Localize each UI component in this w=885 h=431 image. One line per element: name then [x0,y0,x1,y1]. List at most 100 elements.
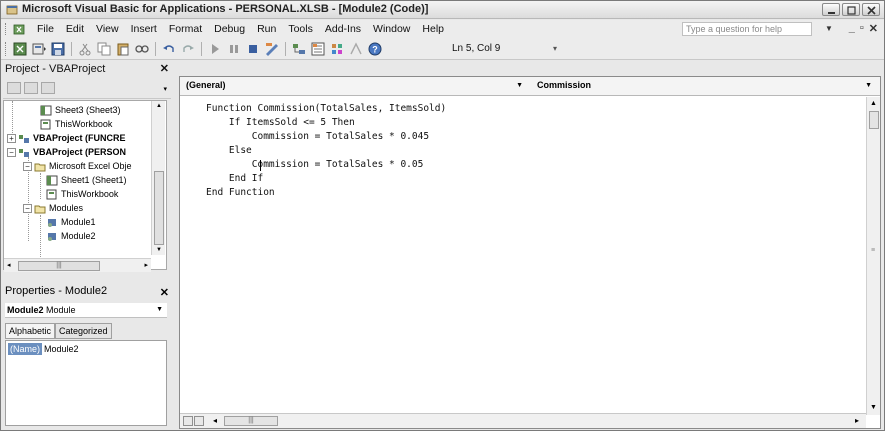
procedure-view-button[interactable] [183,416,193,426]
properties-object-select[interactable]: Module2 Module ▼ [5,303,167,318]
tree-item-excel-objects[interactable]: Microsoft Excel Obje [34,159,132,173]
reset-icon[interactable] [245,41,261,57]
paste-icon[interactable] [115,41,131,57]
folder-icon [34,205,46,213]
redo-icon[interactable] [180,41,196,57]
mdi-minimize-icon[interactable]: _ [849,22,855,35]
property-value[interactable]: Module2 [42,343,81,355]
undo-icon[interactable] [161,41,177,57]
menu-debug[interactable]: Debug [208,23,251,35]
help-icon[interactable]: ? [367,41,383,57]
menu-format[interactable]: Format [163,23,208,35]
toolbox-icon[interactable] [348,41,364,57]
scroll-up-icon[interactable]: ▲ [870,100,877,107]
minimize-button[interactable] [822,3,840,16]
run-icon[interactable] [207,41,223,57]
chevron-down-icon[interactable]: ▾ [163,85,167,93]
chevron-down-icon[interactable]: ▼ [865,82,872,89]
menu-window[interactable]: Window [367,23,416,35]
mdi-close-icon[interactable]: ✕ [869,22,878,35]
object-browser-icon[interactable] [329,41,345,57]
toolbar-grip[interactable] [5,42,8,56]
toolbar-options-icon[interactable]: ▾ [553,44,557,53]
properties-window-icon[interactable] [310,41,326,57]
collapse-icon[interactable]: − [7,148,16,157]
menu-addins[interactable]: Add-Ins [319,23,367,35]
code-line: End If [206,173,264,184]
procedure-combo[interactable]: Commission ▼ [534,79,876,93]
chevron-down-icon[interactable]: ▼ [156,306,163,313]
project-tree-vscroll[interactable]: ▲ ▼ [151,101,165,255]
close-icon[interactable]: ✕ [160,62,169,75]
tree-item-vbaproject-personal[interactable]: VBAProject (PERSON [18,145,126,159]
scroll-thumb[interactable] [154,171,164,245]
property-name: (Name) [8,343,43,355]
tree-item-sheet3[interactable]: Sheet3 (Sheet3) [40,103,121,117]
menu-file[interactable]: File [31,23,60,35]
design-mode-icon[interactable] [264,41,280,57]
chevron-down-icon[interactable]: ▼ [825,24,833,33]
object-combo[interactable]: (General) ▼ [183,79,527,93]
copy-icon[interactable] [96,41,112,57]
properties-pane-title: Properties - Module2 [5,285,108,297]
scroll-up-icon[interactable]: ▲ [156,103,162,109]
scroll-right-icon[interactable]: ▸ [144,261,148,269]
full-module-view-button[interactable] [194,416,204,426]
help-search-input[interactable]: Type a question for help [682,22,812,36]
code-window: (General) ▼ Commission ▼ Function Commis… [179,76,881,429]
insert-module-icon[interactable] [31,41,47,57]
tree-item-sheet1[interactable]: Sheet1 (Sheet1) [46,173,127,187]
code-combo-bar: (General) ▼ Commission ▼ [180,77,880,96]
title-bar: Microsoft Visual Basic for Applications … [1,1,884,19]
scroll-down-icon[interactable]: ▼ [870,404,877,411]
code-editor[interactable]: Function Commission(TotalSales, ItemsSol… [180,97,866,413]
excel-view-icon[interactable] [13,22,27,36]
scroll-right-icon[interactable]: ▸ [855,416,859,425]
scroll-thumb[interactable]: ||| [224,416,278,426]
menu-grip[interactable] [5,23,8,35]
scroll-thumb[interactable]: ||| [18,261,100,271]
sheet-icon [40,105,52,115]
chevron-down-icon[interactable]: ▼ [516,82,523,89]
view-excel-icon[interactable] [12,41,28,57]
expand-icon[interactable]: + [7,134,16,143]
close-button[interactable] [862,3,880,16]
menu-help[interactable]: Help [416,23,450,35]
close-icon[interactable]: ✕ [160,286,169,299]
menu-insert[interactable]: Insert [125,23,163,35]
tab-categorized[interactable]: Categorized [55,323,112,339]
tree-item-vbaproject-funcres[interactable]: VBAProject (FUNCRE [18,131,126,145]
scroll-left-icon[interactable]: ◂ [213,416,217,425]
scroll-thumb[interactable] [869,111,879,129]
scroll-down-icon[interactable]: ▼ [156,247,162,253]
tree-item-module1[interactable]: Module1 [46,215,96,229]
tab-alphabetic[interactable]: Alphabetic [5,323,56,339]
project-tree-hscroll[interactable]: ◂ ||| ▸ [4,258,151,272]
scroll-left-icon[interactable]: ◂ [7,261,11,269]
view-object-button[interactable] [24,82,38,94]
code-hscroll[interactable]: ◂ ||| ▸ [180,413,866,428]
menu-run[interactable]: Run [251,23,282,35]
break-icon[interactable] [226,41,242,57]
tree-item-thisworkbook-2[interactable]: ThisWorkbook [46,187,118,201]
text-cursor [260,160,261,171]
cut-icon[interactable] [77,41,93,57]
menu-view[interactable]: View [90,23,125,35]
collapse-icon[interactable]: − [23,162,32,171]
code-vscroll[interactable]: ▲ ≡ ▼ [866,97,880,415]
save-icon[interactable] [50,41,66,57]
collapse-icon[interactable]: − [23,204,32,213]
mdi-restore-icon[interactable]: ▫ [860,22,864,35]
project-explorer-icon[interactable] [291,41,307,57]
view-code-button[interactable] [7,82,21,94]
menu-edit[interactable]: Edit [60,23,90,35]
tree-item-thisworkbook-1[interactable]: ThisWorkbook [40,117,112,131]
svg-text:?: ? [372,45,378,55]
tree-item-module2[interactable]: Module2 [46,229,96,243]
toggle-folders-button[interactable] [41,82,55,94]
restore-button[interactable] [842,3,860,16]
property-row[interactable]: (Name) Module2 [8,343,81,355]
menu-tools[interactable]: Tools [282,23,319,35]
find-icon[interactable] [134,41,150,57]
tree-item-modules[interactable]: Modules [34,201,83,215]
